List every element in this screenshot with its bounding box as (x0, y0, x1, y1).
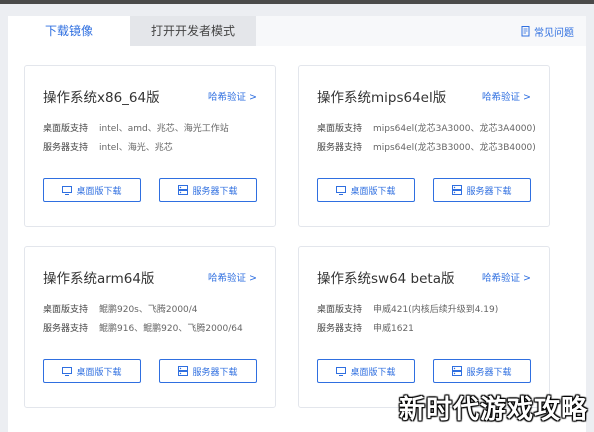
desktop-support-row: 桌面版支持 mips64el(龙芯3A3000、龙芯3A4000) (317, 121, 536, 134)
cards-area: 操作系统x86_64版 哈希验证 > 桌面版支持 intel、amd、兆芯、海光… (8, 46, 586, 432)
server-support-value: intel、海光、兆芯 (99, 143, 173, 153)
faq-label: 常见问题 (534, 28, 574, 39)
server-icon (178, 185, 189, 195)
desktop-support-row: 桌面版支持 intel、amd、兆芯、海光工作站 (43, 121, 229, 134)
server-download-button[interactable]: 服务器下载 (159, 359, 257, 383)
desktop-support-label: 桌面版支持 (317, 305, 363, 315)
desktop-support-value: 申威421(内核后续升级到4.19) (373, 305, 499, 315)
desktop-support-row: 桌面版支持 鲲鹏920s、飞腾2000/4 (43, 302, 198, 315)
desktop-support-label: 桌面版支持 (317, 124, 363, 134)
card-mips64el: 操作系统mips64el版 哈希验证 > 桌面版支持 mips64el(龙芯3A… (298, 65, 550, 227)
desktop-download-button[interactable]: 桌面版下载 (43, 178, 141, 202)
window-top-bar (0, 0, 594, 4)
server-download-label: 服务器下载 (192, 186, 238, 197)
server-download-button[interactable]: 服务器下载 (433, 359, 531, 383)
tab-download-image[interactable]: 下载镜像 (8, 16, 130, 46)
desktop-support-value: mips64el(龙芯3A3000、龙芯3A4000) (373, 124, 536, 134)
watermark-text: 新时代游戏攻略 (398, 395, 588, 425)
server-icon (452, 185, 463, 195)
server-download-label: 服务器下载 (466, 367, 512, 378)
server-support-row: 服务器支持 鲲鹏916、鲲鹏920、飞腾2000/64 (43, 321, 243, 334)
card-x86-64: 操作系统x86_64版 哈希验证 > 桌面版支持 intel、amd、兆芯、海光… (24, 65, 276, 227)
desktop-download-label: 桌面版下载 (76, 367, 122, 378)
card-arm64: 操作系统arm64版 哈希验证 > 桌面版支持 鲲鹏920s、飞腾2000/4 … (24, 246, 276, 408)
tab-bar: 下载镜像 打开开发者模式 常见问题 (8, 16, 586, 46)
server-icon (452, 366, 463, 376)
desktop-download-label: 桌面版下载 (350, 367, 396, 378)
desktop-support-value: 鲲鹏920s、飞腾2000/4 (99, 305, 198, 315)
monitor-icon (336, 185, 347, 195)
desktop-support-value: intel、amd、兆芯、海光工作站 (99, 124, 229, 134)
tab-developer-mode[interactable]: 打开开发者模式 (130, 16, 256, 46)
server-download-label: 服务器下载 (192, 367, 238, 378)
desktop-download-button[interactable]: 桌面版下载 (43, 359, 141, 383)
server-support-value: 申威1621 (373, 324, 414, 334)
server-support-label: 服务器支持 (43, 324, 89, 334)
download-panel: 下载镜像 打开开发者模式 常见问题 操作系统x86_64版 哈希验证 > 桌面版… (8, 16, 586, 432)
card-sw64-beta: 操作系统sw64 beta版 哈希验证 > 桌面版支持 申威421(内核后续升级… (298, 246, 550, 408)
server-download-button[interactable]: 服务器下载 (159, 178, 257, 202)
desktop-support-label: 桌面版支持 (43, 124, 89, 134)
server-support-row: 服务器支持 mips64el(龙芯3B3000、龙芯3B4000) (317, 140, 536, 153)
hash-verify-link[interactable]: 哈希验证 > (482, 89, 531, 103)
server-support-label: 服务器支持 (317, 143, 363, 153)
server-icon (178, 366, 189, 376)
desktop-download-label: 桌面版下载 (350, 186, 396, 197)
card-title: 操作系统mips64el版 (317, 90, 447, 106)
server-support-label: 服务器支持 (43, 143, 89, 153)
server-support-value: 鲲鹏916、鲲鹏920、飞腾2000/64 (99, 324, 243, 334)
server-download-label: 服务器下载 (466, 186, 512, 197)
server-support-value: mips64el(龙芯3B3000、龙芯3B4000) (373, 143, 536, 153)
monitor-icon (62, 185, 73, 195)
faq-link[interactable]: 常见问题 (521, 24, 574, 39)
card-title: 操作系统x86_64版 (43, 90, 160, 106)
desktop-download-button[interactable]: 桌面版下载 (317, 359, 415, 383)
hash-verify-link[interactable]: 哈希验证 > (208, 89, 257, 103)
hash-verify-link[interactable]: 哈希验证 > (208, 270, 257, 284)
card-title: 操作系统sw64 beta版 (317, 271, 455, 287)
desktop-support-label: 桌面版支持 (43, 305, 89, 315)
server-support-label: 服务器支持 (317, 324, 363, 334)
desktop-download-button[interactable]: 桌面版下载 (317, 178, 415, 202)
desktop-support-row: 桌面版支持 申威421(内核后续升级到4.19) (317, 302, 498, 315)
monitor-icon (62, 366, 73, 376)
monitor-icon (336, 366, 347, 376)
server-support-row: 服务器支持 申威1621 (317, 321, 414, 334)
card-title: 操作系统arm64版 (43, 271, 155, 287)
server-download-button[interactable]: 服务器下载 (433, 178, 531, 202)
hash-verify-link[interactable]: 哈希验证 > (482, 270, 531, 284)
document-icon (521, 26, 531, 37)
desktop-download-label: 桌面版下载 (76, 186, 122, 197)
server-support-row: 服务器支持 intel、海光、兆芯 (43, 140, 173, 153)
